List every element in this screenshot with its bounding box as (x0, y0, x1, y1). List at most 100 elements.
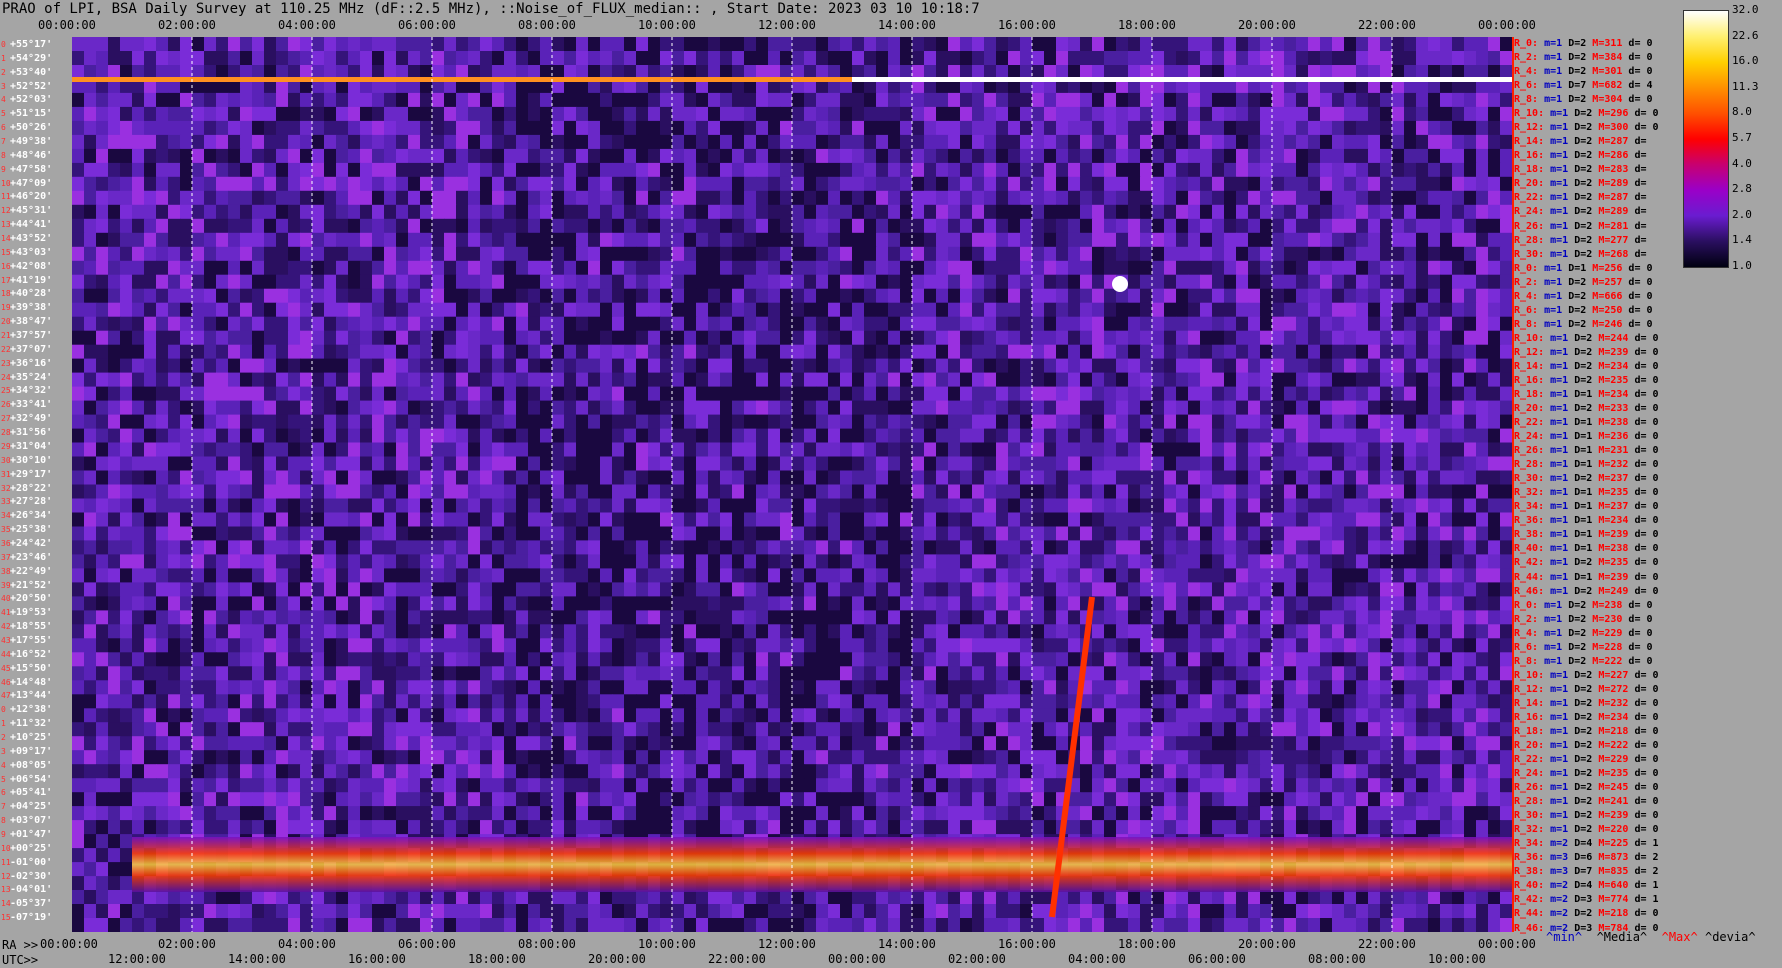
heatmap-cell (576, 386, 589, 402)
heatmap-cell (936, 92, 949, 108)
heatmap-cell (504, 106, 517, 122)
heatmap-cell (1464, 330, 1477, 346)
heatmap-cell (984, 554, 997, 569)
heatmap-cell (180, 540, 193, 555)
heatmap-cell (468, 51, 481, 66)
heatmap-cell (1368, 274, 1381, 290)
heatmap-cell (612, 218, 625, 234)
heatmap-cell (1104, 232, 1117, 248)
heatmap-cell (696, 134, 709, 150)
heatmap-cell (924, 190, 937, 206)
heatmap-cell (780, 204, 793, 220)
heatmap-cell (1404, 120, 1417, 136)
heatmap-cell (648, 582, 661, 597)
heatmap-cell (132, 246, 145, 262)
heatmap-cell (720, 400, 733, 416)
heatmap-cell (456, 484, 469, 499)
heatmap-cell (420, 176, 433, 192)
heatmap-cell (732, 372, 745, 388)
heatmap-cell (264, 484, 277, 499)
heatmap-cell (504, 51, 517, 66)
heatmap-cell (1308, 302, 1321, 318)
heatmap-cell (1404, 92, 1417, 108)
heatmap-cell (372, 498, 385, 513)
heatmap-cell (1452, 204, 1465, 220)
heatmap-cell (576, 456, 589, 471)
heatmap-cell (204, 51, 217, 66)
heatmap-cell (252, 302, 265, 318)
heatmap-cell (108, 92, 121, 108)
heatmap-cell (924, 512, 937, 527)
heatmap-cell (636, 106, 649, 122)
heatmap-cell (936, 414, 949, 430)
heatmap-cell (1428, 414, 1441, 430)
heatmap-cell (528, 442, 541, 457)
heatmap-cell (1164, 344, 1177, 360)
heatmap-cell (1476, 540, 1489, 555)
heatmap-cell (924, 554, 937, 569)
heatmap-cell (1224, 456, 1237, 471)
heatmap-cell (660, 218, 673, 234)
heatmap-cell (1284, 51, 1297, 66)
heatmap-cell (396, 330, 409, 346)
heatmap-cell (612, 372, 625, 388)
heatmap-cell (324, 190, 337, 206)
heatmap-cell (612, 162, 625, 178)
heatmap-cell (384, 246, 397, 262)
heatmap-cell (408, 92, 421, 108)
heatmap-cell (84, 470, 97, 485)
heatmap-cell (912, 190, 925, 206)
heatmap-cell (1476, 512, 1489, 527)
heatmap-cell (564, 358, 577, 374)
heatmap-cell (1032, 330, 1045, 346)
heatmap-cell (1284, 470, 1297, 485)
heatmap-cell (756, 330, 769, 346)
heatmap-cell (1044, 176, 1057, 192)
heatmap-cell (312, 204, 325, 220)
heatmap-cell (684, 414, 697, 430)
heatmap-cell (180, 148, 193, 164)
heatmap-cell (1176, 596, 1189, 611)
heatmap-cell (528, 554, 541, 569)
heatmap-cell (1356, 176, 1369, 192)
heatmap-cell (1128, 568, 1141, 583)
heatmap-cell (312, 218, 325, 234)
heatmap-cell (1212, 512, 1225, 527)
heatmap-cell (720, 190, 733, 206)
heatmap-cell (84, 92, 97, 108)
heatmap-cell (432, 582, 445, 597)
heatmap-cell (504, 386, 517, 402)
heatmap-cell (588, 92, 601, 108)
heatmap-cell (492, 456, 505, 471)
heatmap-cell (1332, 176, 1345, 192)
heatmap-cell (852, 610, 865, 625)
heatmap-cell (1080, 456, 1093, 471)
heatmap-cell (216, 190, 229, 206)
heatmap-cell (660, 134, 673, 150)
heatmap-cell (1020, 540, 1033, 555)
heatmap-cell (1404, 176, 1417, 192)
heatmap-cell (324, 498, 337, 513)
heatmap-cell (684, 134, 697, 150)
heatmap-cell (636, 540, 649, 555)
heatmap-cell (996, 260, 1009, 276)
heatmap-cell (1224, 274, 1237, 290)
heatmap-cell (828, 582, 841, 597)
heatmap-cell (132, 162, 145, 178)
heatmap-cell (1128, 190, 1141, 206)
heatmap-cell (156, 428, 169, 444)
heatmap-cell (276, 372, 289, 388)
heatmap-cell (348, 260, 361, 276)
heatmap-cell (408, 512, 421, 527)
heatmap-cell (1116, 596, 1129, 611)
heatmap-cell (936, 582, 949, 597)
heatmap-cell (1356, 316, 1369, 332)
heatmap-cell (216, 540, 229, 555)
heatmap-cell (1116, 358, 1129, 374)
heatmap-cell (1260, 554, 1273, 569)
heatmap-cell (1368, 470, 1381, 485)
heatmap-cell (216, 428, 229, 444)
heatmap-cell (972, 176, 985, 192)
heatmap-cell (312, 372, 325, 388)
heatmap-cell (696, 610, 709, 625)
